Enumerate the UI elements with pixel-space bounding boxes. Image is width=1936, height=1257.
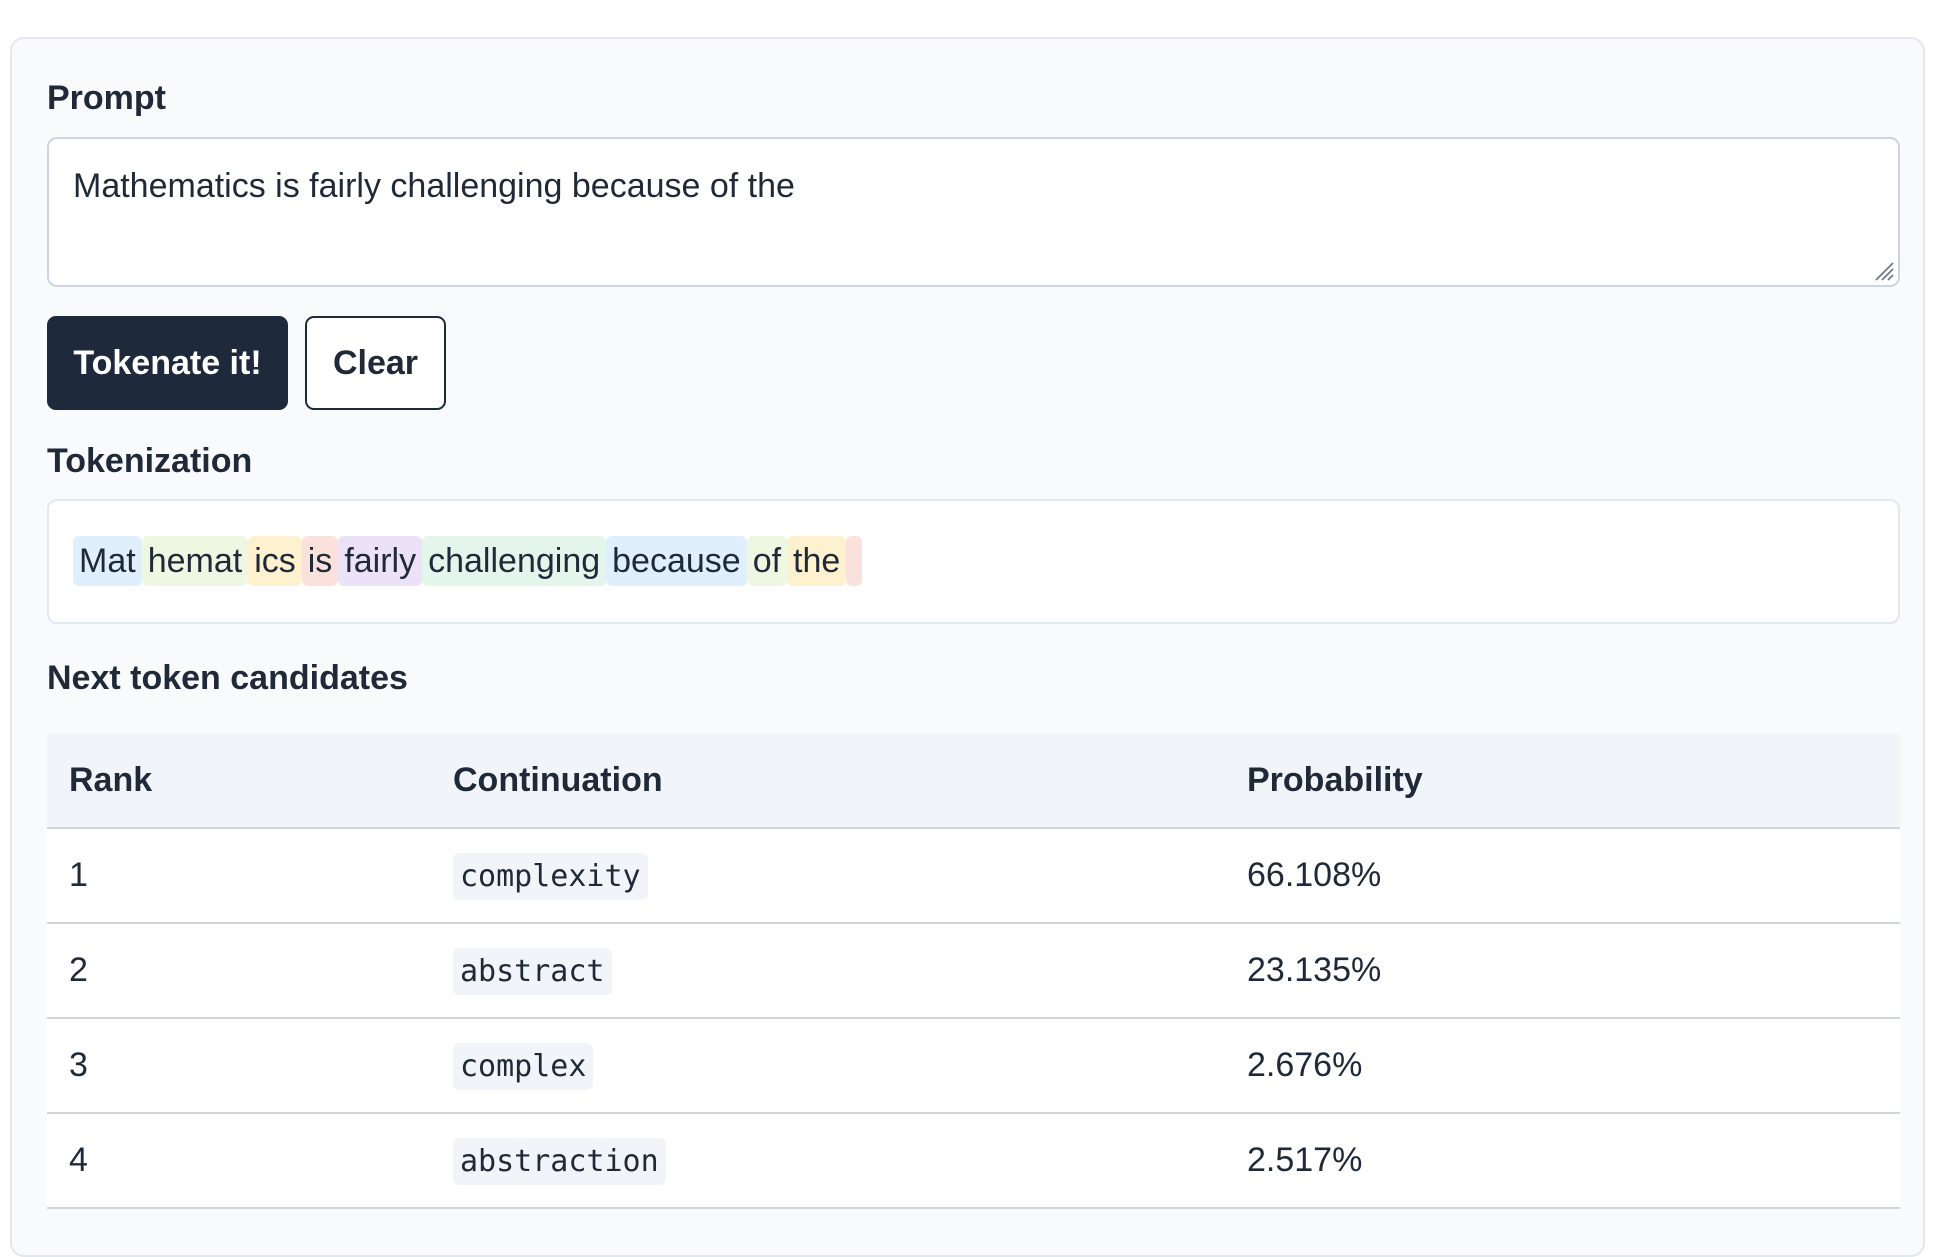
prompt-text[interactable]: Mathematics is fairly challenging becaus… (73, 167, 795, 205)
prompt-label: Prompt (47, 79, 166, 117)
probability-cell: 2.517% (1225, 1113, 1900, 1209)
probability-cell: 66.108% (1225, 828, 1900, 924)
tokenization-output: Mat hemat ics is fairly challenging because of t… (47, 499, 1900, 624)
table-row: 3 complex 2.676% (47, 1018, 1900, 1114)
prompt-textarea[interactable]: Mathematics is fairly challenging becaus… (47, 137, 1900, 287)
continuation-cell: abstract (431, 923, 1225, 1019)
table-row: 2 abstract 23.135% (47, 923, 1900, 1019)
clear-button[interactable]: Clear (305, 316, 446, 410)
continuation-token: abstract (453, 948, 612, 995)
probability-cell: 2.676% (1225, 1018, 1900, 1114)
resize-handle-icon[interactable] (1872, 259, 1894, 281)
token-chip: ics (248, 536, 302, 586)
rank-cell: 2 (47, 923, 431, 1019)
rank-cell: 4 (47, 1113, 431, 1209)
token-chip: hemat (141, 536, 249, 586)
continuation-token: complex (453, 1043, 594, 1090)
header-rank: Rank (47, 734, 431, 829)
continuation-cell: complexity (431, 828, 1225, 924)
rank-cell: 3 (47, 1018, 431, 1114)
table-row: 1 complexity 66.108% (47, 828, 1900, 924)
continuation-token: complexity (453, 853, 648, 900)
rank-cell: 1 (47, 828, 431, 924)
tokenization-label: Tokenization (47, 442, 253, 480)
token-chip: Mat (73, 536, 142, 586)
header-probability: Probability (1225, 734, 1900, 829)
candidates-label: Next token candidates (47, 659, 408, 697)
continuation-token: abstraction (453, 1138, 666, 1185)
tokenizer-panel: Prompt Mathematics is fairly challenging… (10, 37, 1925, 1257)
continuation-cell: complex (431, 1018, 1225, 1114)
header-continuation: Continuation (431, 734, 1225, 829)
probability-cell: 23.135% (1225, 923, 1900, 1019)
tokenate-button[interactable]: Tokenate it! (47, 316, 288, 410)
token-chip: is (301, 536, 339, 586)
token-chip: of (746, 536, 788, 586)
token-chip (846, 536, 863, 586)
token-chip: challenging (422, 536, 607, 586)
token-chip: because (606, 536, 747, 586)
candidates-table: Rank Continuation Probability 1 complexit… (47, 734, 1900, 1209)
table-row: 4 abstraction 2.517% (47, 1113, 1900, 1209)
table-header-row: Rank Continuation Probability (47, 734, 1900, 829)
continuation-cell: abstraction (431, 1113, 1225, 1209)
token-chip: fairly (338, 536, 423, 586)
token-chip: the (787, 536, 847, 586)
